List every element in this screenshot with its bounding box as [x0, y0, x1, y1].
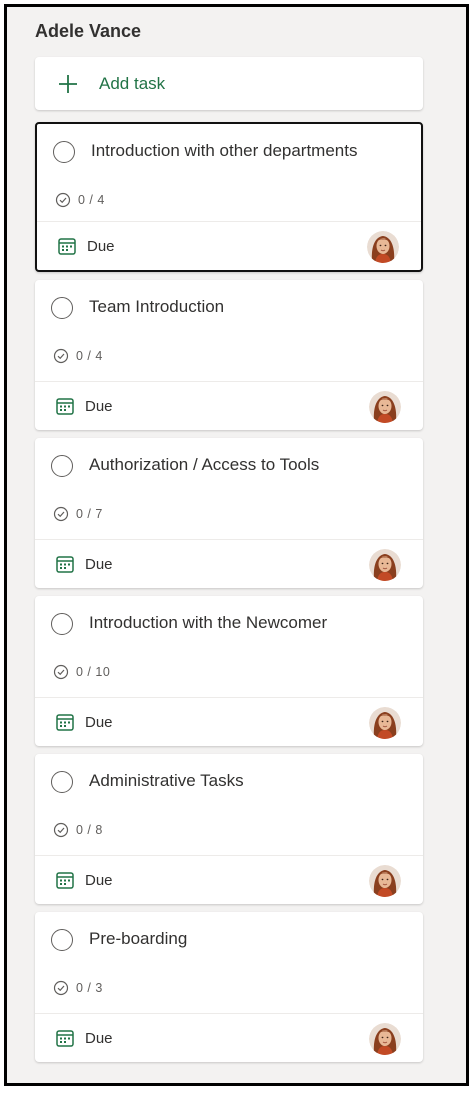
checklist-count: 0 / 8	[76, 823, 103, 837]
calendar-icon[interactable]	[55, 554, 75, 574]
task-footer: Due	[35, 697, 423, 746]
checklist-progress: 0 / 8	[53, 822, 103, 838]
task-title[interactable]: Pre-boarding	[89, 929, 187, 949]
task-card[interactable]: Authorization / Access to Tools 0 / 7 Du…	[35, 438, 423, 588]
calendar-icon[interactable]	[55, 712, 75, 732]
complete-task-circle-icon[interactable]	[51, 771, 73, 793]
complete-task-circle-icon[interactable]	[51, 929, 73, 951]
task-card[interactable]: Administrative Tasks 0 / 8 Due	[35, 754, 423, 904]
due-date-label[interactable]: Due	[85, 1030, 113, 1047]
due-date-label[interactable]: Due	[85, 714, 113, 731]
complete-task-circle-icon[interactable]	[51, 297, 73, 319]
due-date-label[interactable]: Due	[85, 556, 113, 573]
task-title[interactable]: Team Introduction	[89, 297, 224, 317]
task-title[interactable]: Administrative Tasks	[89, 771, 244, 791]
calendar-icon[interactable]	[55, 1028, 75, 1048]
task-footer: Due	[35, 1013, 423, 1062]
complete-task-circle-icon[interactable]	[53, 141, 75, 163]
task-card[interactable]: Introduction with other departments 0 / …	[35, 122, 423, 272]
due-date-label[interactable]: Due	[87, 238, 115, 255]
bucket-title: Adele Vance	[35, 21, 142, 41]
checklist-count: 0 / 7	[76, 507, 103, 521]
task-footer: Due	[35, 381, 423, 430]
assignee-avatar[interactable]	[369, 707, 401, 739]
task-footer: Due	[35, 539, 423, 588]
add-task-button[interactable]: Add task	[35, 57, 423, 110]
calendar-icon[interactable]	[55, 870, 75, 890]
checklist-progress: 0 / 4	[55, 192, 105, 208]
task-card[interactable]: Pre-boarding 0 / 3 Due	[35, 912, 423, 1062]
checklist-count: 0 / 4	[78, 193, 105, 207]
assignee-avatar[interactable]	[367, 231, 399, 263]
task-list: Introduction with other departments 0 / …	[35, 122, 423, 1070]
assignee-avatar[interactable]	[369, 549, 401, 581]
checklist-icon	[53, 506, 69, 522]
avatar-image	[369, 707, 401, 739]
checklist-progress: 0 / 4	[53, 348, 103, 364]
checklist-icon	[55, 192, 71, 208]
checklist-progress: 0 / 7	[53, 506, 103, 522]
calendar-icon[interactable]	[57, 236, 77, 256]
due-date-label[interactable]: Due	[85, 398, 113, 415]
checklist-icon	[53, 664, 69, 680]
task-card[interactable]: Team Introduction 0 / 4 Due	[35, 280, 423, 430]
avatar-image	[369, 549, 401, 581]
checklist-progress: 0 / 10	[53, 664, 110, 680]
assignee-avatar[interactable]	[369, 391, 401, 423]
task-footer: Due	[35, 855, 423, 904]
task-card[interactable]: Introduction with the Newcomer 0 / 10 Du…	[35, 596, 423, 746]
task-footer: Due	[37, 221, 421, 270]
checklist-count: 0 / 10	[76, 665, 111, 679]
checklist-icon	[53, 980, 69, 996]
assignee-avatar[interactable]	[369, 1023, 401, 1055]
calendar-icon[interactable]	[55, 396, 75, 416]
checklist-icon	[53, 348, 69, 364]
checklist-icon	[53, 822, 69, 838]
avatar-image	[367, 231, 399, 263]
planner-bucket-column: Adele Vance Add task Introduction with o…	[4, 4, 469, 1086]
add-task-label: Add task	[99, 73, 166, 93]
assignee-avatar[interactable]	[369, 865, 401, 897]
avatar-image	[369, 865, 401, 897]
task-title[interactable]: Introduction with other departments	[91, 141, 357, 161]
complete-task-circle-icon[interactable]	[51, 455, 73, 477]
checklist-count: 0 / 4	[76, 349, 103, 363]
task-title[interactable]: Introduction with the Newcomer	[89, 613, 327, 633]
checklist-progress: 0 / 3	[53, 980, 103, 996]
avatar-image	[369, 1023, 401, 1055]
complete-task-circle-icon[interactable]	[51, 613, 73, 635]
plus-icon	[59, 74, 77, 93]
avatar-image	[369, 391, 401, 423]
task-title[interactable]: Authorization / Access to Tools	[89, 455, 319, 475]
checklist-count: 0 / 3	[76, 981, 103, 995]
due-date-label[interactable]: Due	[85, 872, 113, 889]
